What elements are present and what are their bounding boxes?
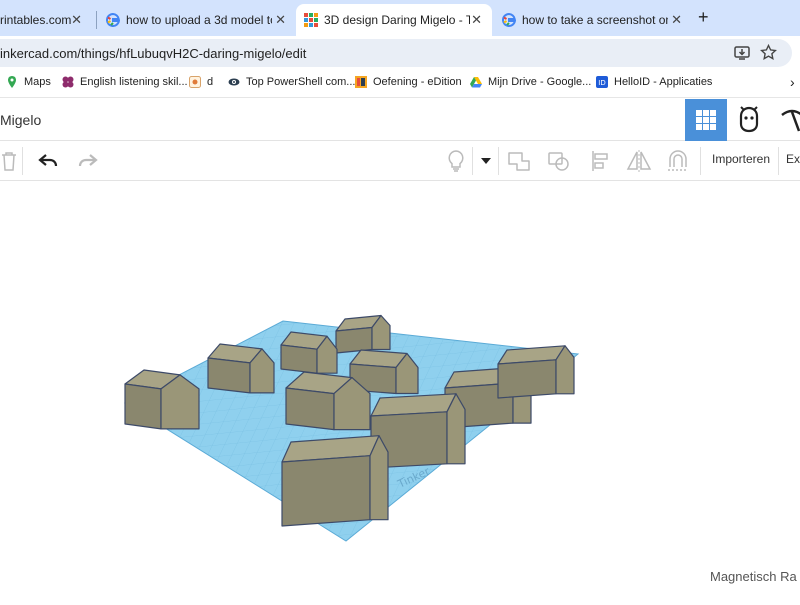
light-bulb-icon xyxy=(448,150,464,172)
toolbar-separator xyxy=(700,147,701,175)
undo-arrow-icon xyxy=(38,154,58,167)
tab-tinkercad-active[interactable]: 3D design Daring Migelo - Tink ✕ xyxy=(296,4,492,36)
house-front-wall[interactable] xyxy=(281,455,371,527)
toolbar-separator xyxy=(472,147,473,175)
workplane-canvas[interactable]: Tinker xyxy=(0,181,800,600)
light-bulb-button[interactable] xyxy=(444,149,468,173)
house-shape[interactable] xyxy=(207,343,275,394)
tinkercad-icon xyxy=(304,13,318,27)
tab-title: rintables.com xyxy=(0,13,72,27)
align-button[interactable] xyxy=(588,149,612,173)
snap-grid-label[interactable]: Magnetisch Ra xyxy=(710,569,797,584)
bookmark-powershell[interactable]: Top PowerShell com... xyxy=(228,76,355,88)
bookmark-favicon-icon xyxy=(189,76,201,88)
mirror-button[interactable] xyxy=(626,149,652,173)
bookmark-edition[interactable]: Oefening - eDition xyxy=(355,76,462,88)
bookmark-helloid[interactable]: ID HelloID - Applicaties xyxy=(596,76,712,88)
delete-button[interactable] xyxy=(0,149,18,173)
ungroup-shapes-icon xyxy=(548,152,569,171)
bookmarks-overflow-icon[interactable]: › xyxy=(790,74,795,90)
address-bar: inkercad.com/things/hfLubuqvH2C-daring-m… xyxy=(0,36,800,70)
toolbar-separator xyxy=(778,147,779,175)
close-icon[interactable]: ✕ xyxy=(71,12,82,28)
house-front-wall[interactable] xyxy=(285,387,335,431)
close-icon[interactable]: ✕ xyxy=(671,12,682,28)
mirror-icon xyxy=(626,150,652,172)
house-gable-wall[interactable] xyxy=(369,435,389,521)
codeblocks-character-icon xyxy=(739,106,759,133)
import-button[interactable]: Importeren xyxy=(712,152,770,166)
bookmark-label: d xyxy=(207,76,214,88)
tab-google-search-upload[interactable]: how to upload a 3d model to p ✕ xyxy=(100,4,296,36)
tab-title: how to take a screenshot on wi xyxy=(522,13,668,27)
3d-workplane-viewport[interactable]: Tinker xyxy=(0,181,800,600)
google-drive-icon xyxy=(470,77,482,88)
eye-icon xyxy=(228,78,240,86)
redo-arrow-icon xyxy=(78,154,98,167)
caret-down-icon xyxy=(481,158,491,164)
bookmark-label: English listening skil... xyxy=(80,76,188,88)
tab-separator xyxy=(96,11,97,29)
house-shape[interactable] xyxy=(497,345,575,399)
bookmark-star-icon[interactable] xyxy=(760,44,777,61)
house-shape[interactable] xyxy=(280,331,338,374)
bookmark-label: Top PowerShell com... xyxy=(246,76,356,88)
tab-google-search-screenshot[interactable]: how to take a screenshot on wi ✕ xyxy=(496,4,692,36)
bookmark-label: Mijn Drive - Google... xyxy=(488,76,592,88)
bookmark-label: Oefening - eDition xyxy=(373,76,462,88)
undo-button[interactable] xyxy=(36,149,60,173)
omnibox[interactable]: inkercad.com/things/hfLubuqvH2C-daring-m… xyxy=(0,39,792,67)
house-shape[interactable] xyxy=(335,314,391,354)
toolbar-separator xyxy=(498,147,499,175)
visibility-dropdown-button[interactable] xyxy=(478,149,494,173)
grid-view-icon xyxy=(696,110,716,130)
house-front-wall[interactable] xyxy=(124,383,162,430)
tab-title: 3D design Daring Migelo - Tink xyxy=(324,13,470,27)
new-tab-icon[interactable]: + xyxy=(698,7,709,28)
url-text[interactable]: inkercad.com/things/hfLubuqvH2C-daring-m… xyxy=(0,46,306,61)
install-app-icon[interactable] xyxy=(734,45,750,61)
bookmark-d[interactable]: d xyxy=(189,76,213,88)
bookmark-maps[interactable]: Maps xyxy=(6,76,51,88)
align-icon xyxy=(592,151,608,171)
group-shapes-icon xyxy=(508,152,530,171)
cruise-button[interactable] xyxy=(664,149,692,173)
close-icon[interactable]: ✕ xyxy=(471,12,482,28)
house-front-wall[interactable] xyxy=(207,357,251,394)
magnet-hand-icon xyxy=(668,150,688,171)
app-header: Migelo xyxy=(0,99,800,141)
close-icon[interactable]: ✕ xyxy=(275,12,286,28)
helloid-icon: ID xyxy=(596,76,608,88)
export-button[interactable]: Ex xyxy=(786,152,800,166)
redo-button[interactable] xyxy=(76,149,100,173)
bookmark-label: HelloID - Applicaties xyxy=(614,76,713,88)
tab-printables[interactable]: rintables.com ✕ xyxy=(0,4,92,36)
house-shape[interactable] xyxy=(281,435,389,527)
edition-logo-icon xyxy=(355,76,367,88)
project-title[interactable]: Migelo xyxy=(0,112,41,128)
bricks-view-button[interactable] xyxy=(771,99,800,141)
google-icon xyxy=(502,13,516,27)
3d-view-button[interactable] xyxy=(685,99,727,141)
pickaxe-icon xyxy=(781,109,800,132)
house-front-wall[interactable] xyxy=(497,359,557,399)
maps-pin-icon xyxy=(8,76,16,88)
group-button[interactable] xyxy=(506,149,532,173)
bookmarks-bar: Maps English listening skil... d Top Pow… xyxy=(0,70,800,98)
blocks-view-button[interactable] xyxy=(728,99,770,141)
ungroup-button[interactable] xyxy=(546,149,572,173)
svg-text:ID: ID xyxy=(598,79,605,87)
google-icon xyxy=(106,13,120,27)
bookmark-google-drive[interactable]: Mijn Drive - Google... xyxy=(470,76,591,88)
house-front-wall[interactable] xyxy=(335,326,373,354)
editor-toolbar: Importeren Ex xyxy=(0,141,800,181)
bookmark-english-listening[interactable]: English listening skil... xyxy=(62,76,188,88)
house-front-wall[interactable] xyxy=(280,344,318,374)
tab-title: how to upload a 3d model to p xyxy=(126,13,272,27)
trash-icon xyxy=(2,152,16,171)
bookmark-label: Maps xyxy=(24,76,51,88)
clover-icon xyxy=(62,76,74,88)
toolbar-separator xyxy=(22,147,23,175)
browser-tab-bar: rintables.com ✕ how to upload a 3d model… xyxy=(0,0,800,36)
